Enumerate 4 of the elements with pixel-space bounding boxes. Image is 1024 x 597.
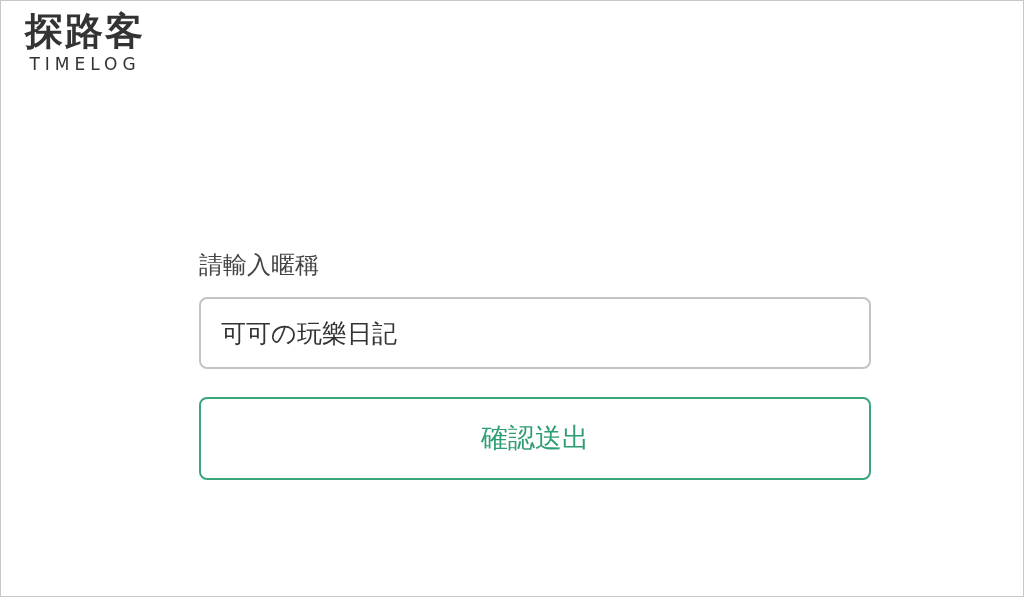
field-label: 請輸入暱稱	[199, 250, 319, 281]
logo-name: 探路客	[25, 9, 145, 53]
nickname-field[interactable]: 可可の玩樂日記	[199, 297, 871, 369]
logo-subtitle: TIMELOG	[29, 53, 141, 75]
